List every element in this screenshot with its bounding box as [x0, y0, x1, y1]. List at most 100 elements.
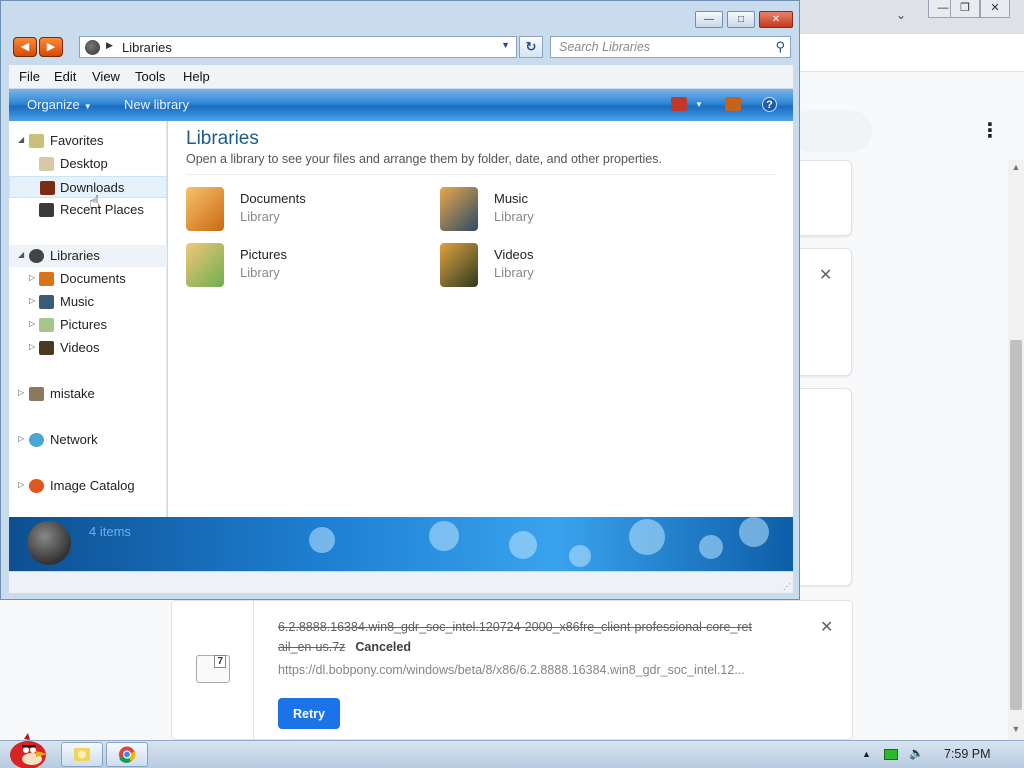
clock[interactable]: 7:59 PM — [944, 747, 991, 761]
library-videos[interactable]: Videos Library — [440, 241, 680, 291]
expand-arrow-icon[interactable]: ▷ — [29, 273, 35, 282]
command-bar: Organize ▼ New library ▼ ? — [9, 89, 793, 121]
chrome-close-button[interactable]: ✕ — [980, 0, 1010, 18]
videos-library-icon — [440, 243, 478, 287]
view-options-icon[interactable] — [671, 97, 687, 111]
download-filename[interactable]: 6.2.8888.16384.win8_gdr_soc_intel.120724… — [278, 617, 778, 657]
page-title: Libraries — [186, 128, 259, 149]
breadcrumb-libraries[interactable]: Libraries — [122, 40, 172, 55]
nav-recent-places[interactable]: Recent Places — [9, 199, 167, 221]
view-dropdown-icon[interactable]: ▼ — [695, 100, 703, 109]
search-icon[interactable]: ⚲ — [775, 39, 785, 55]
taskbar: ▲ 🔈 7:59 PM — [0, 733, 1024, 768]
downloads-icon — [40, 181, 55, 195]
nav-library-videos[interactable]: ▷ Videos — [9, 337, 167, 359]
expand-arrow-icon[interactable]: ▷ — [29, 319, 35, 328]
new-library-button[interactable]: New library — [124, 97, 189, 112]
collapse-arrow-icon[interactable]: ◢ — [18, 135, 24, 144]
library-music[interactable]: Music Library — [440, 185, 680, 235]
show-hidden-icons-icon[interactable]: ▲ — [862, 749, 871, 759]
maximize-button[interactable]: □ — [727, 11, 755, 28]
menu-tools[interactable]: Tools — [135, 69, 165, 84]
favorites-star-icon — [29, 134, 44, 148]
collapse-arrow-icon[interactable]: ◢ — [18, 250, 24, 259]
pictures-library-icon — [186, 243, 224, 287]
preview-pane-icon[interactable] — [725, 97, 741, 111]
search-input[interactable] — [551, 37, 761, 57]
taskbar-chrome-button[interactable] — [106, 742, 148, 767]
retry-button[interactable]: Retry — [278, 698, 340, 729]
decorative-bubble — [509, 531, 537, 559]
menu-view[interactable]: View — [92, 69, 120, 84]
content-pane: Libraries Open a library to see your fil… — [168, 121, 793, 517]
nav-library-music[interactable]: ▷ Music — [9, 291, 167, 313]
organize-button[interactable]: Organize ▼ — [27, 97, 92, 112]
page-description: Open a library to see your files and arr… — [186, 152, 662, 166]
nav-libraries[interactable]: ◢ Libraries — [9, 245, 167, 267]
address-bar[interactable]: ▶ Libraries ▼ — [79, 36, 517, 58]
help-icon[interactable]: ? — [762, 97, 777, 112]
expand-arrow-icon[interactable]: ▷ — [18, 480, 24, 489]
tab-search-icon[interactable]: ⌄ — [896, 8, 906, 22]
remove-download-icon[interactable]: ✕ — [820, 617, 833, 637]
download-url[interactable]: https://dl.bobpony.com/windows/beta/8/x8… — [278, 663, 745, 677]
expand-arrow-icon[interactable]: ▷ — [18, 388, 24, 397]
libraries-details-icon — [27, 521, 71, 565]
folder-icon — [74, 748, 90, 761]
close-icon[interactable]: ✕ — [819, 265, 832, 285]
breadcrumb-arrow-icon[interactable]: ▶ — [106, 40, 113, 51]
scroll-up-arrow-icon[interactable]: ▲ — [1010, 162, 1022, 176]
divider — [186, 174, 776, 175]
menu-edit[interactable]: Edit — [54, 69, 76, 84]
battery-icon[interactable] — [884, 749, 898, 760]
expand-arrow-icon[interactable]: ▷ — [29, 296, 35, 305]
decorative-bubble — [739, 517, 769, 547]
forward-arrow-icon[interactable]: ▶ — [39, 37, 63, 57]
nav-library-pictures[interactable]: ▷ Pictures — [9, 314, 167, 336]
expand-arrow-icon[interactable]: ▷ — [18, 434, 24, 443]
menu-bar: File Edit View Tools Help — [9, 65, 793, 89]
library-documents[interactable]: Documents Library — [186, 185, 426, 235]
nav-library-documents[interactable]: ▷ Documents — [9, 268, 167, 290]
documents-library-icon — [39, 272, 54, 286]
explorer-window: — □ ✕ ◀ ▶ ▶ Libraries ▼ ↻ ⚲ File Edit Vi… — [0, 0, 800, 600]
back-arrow-icon[interactable]: ◀ — [13, 37, 37, 57]
refresh-icon[interactable]: ↻ — [519, 36, 543, 58]
nav-mistake[interactable]: ▷ mistake — [9, 383, 167, 405]
address-dropdown-icon[interactable]: ▼ — [501, 40, 510, 50]
menu-help[interactable]: Help — [183, 69, 210, 84]
nav-favorites[interactable]: ◢ Favorites — [9, 130, 167, 152]
chrome-logo-icon — [119, 746, 136, 763]
archive-file-icon: 7 — [196, 655, 230, 683]
downloads-search-field[interactable] — [790, 110, 872, 152]
expand-arrow-icon[interactable]: ▷ — [29, 342, 35, 351]
desktop-icon — [39, 157, 54, 171]
item-count: 4 items — [89, 524, 131, 539]
decorative-bubble — [569, 545, 591, 567]
downloads-more-icon[interactable]: ⋮ — [980, 118, 1000, 144]
chrome-restore-button[interactable]: ❐ — [950, 0, 980, 18]
volume-icon[interactable]: 🔈 — [909, 746, 924, 760]
taskbar-explorer-button[interactable] — [61, 742, 103, 767]
nav-desktop[interactable]: Desktop — [9, 153, 167, 175]
minimize-button[interactable]: — — [695, 11, 723, 28]
library-pictures[interactable]: Pictures Library — [186, 241, 426, 291]
menu-file[interactable]: File — [19, 69, 40, 84]
resize-grip-icon[interactable]: ⋰ — [783, 582, 791, 591]
address-row: ◀ ▶ ▶ Libraries ▼ ↻ ⚲ — [1, 31, 799, 63]
close-button[interactable]: ✕ — [759, 11, 793, 28]
libraries-globe-icon — [29, 249, 44, 263]
nav-network[interactable]: ▷ Network — [9, 429, 167, 451]
status-bar: ⋰ — [9, 571, 793, 593]
start-button-angry-bird-icon[interactable] — [4, 733, 52, 768]
scroll-down-arrow-icon[interactable]: ▼ — [1010, 724, 1022, 738]
details-pane: 4 items — [9, 517, 793, 571]
videos-library-icon — [39, 341, 54, 355]
nav-downloads[interactable]: Downloads — [9, 176, 167, 198]
download-status: Canceled — [355, 640, 411, 654]
nav-image-catalog[interactable]: ▷ Image Catalog — [9, 475, 167, 497]
pictures-library-icon — [39, 318, 54, 332]
decorative-bubble — [429, 521, 459, 551]
scrollbar-thumb[interactable] — [1010, 340, 1022, 710]
search-box[interactable]: ⚲ — [550, 36, 791, 58]
